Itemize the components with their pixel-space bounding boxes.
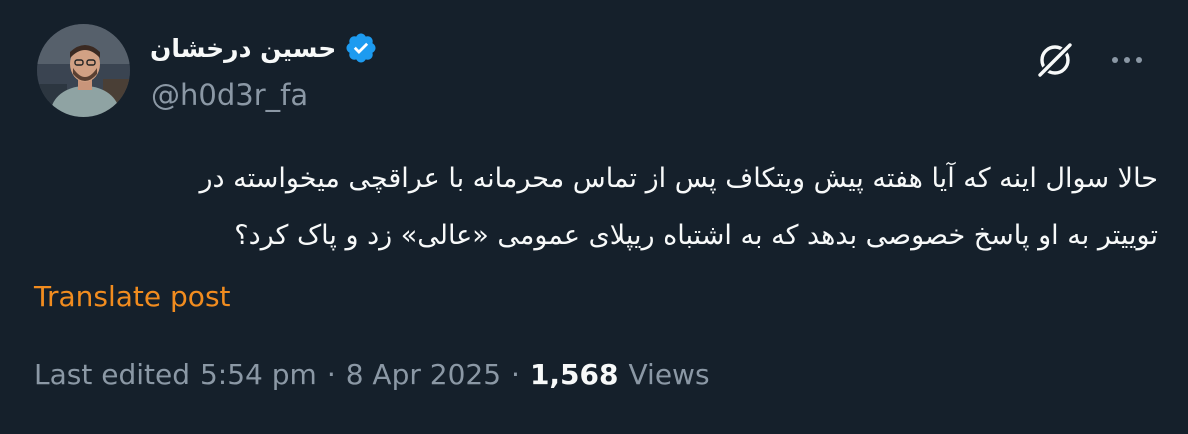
verified-badge-icon	[346, 33, 376, 63]
avatar[interactable]	[37, 24, 130, 117]
author-name-row[interactable]: حسین درخشان	[150, 30, 378, 66]
grok-icon	[1038, 43, 1072, 77]
meta-separator: ·	[326, 358, 336, 391]
post-date[interactable]: 8 Apr 2025	[346, 358, 501, 391]
post-time[interactable]: 5:54 pm	[200, 358, 317, 391]
avatar-image	[37, 24, 130, 117]
author-handle[interactable]: @h0d3r_fa	[151, 78, 308, 112]
views-count: 1,568	[529, 358, 619, 391]
tweet-card: حسین درخشان @h0d3r_fa حالا سوال اینه که …	[0, 0, 1188, 434]
more-icon	[1112, 57, 1142, 63]
views-label: Views	[628, 358, 710, 391]
post-text-line: توییتر به او پاسخ خصوصی بدهد که به اشتبا…	[234, 220, 1158, 251]
edited-label[interactable]: Last edited	[34, 358, 190, 391]
meta-separator: ·	[511, 358, 520, 391]
post-metadata: Last edited 5:54 pm · 8 Apr 2025 · 1,568…	[34, 358, 710, 391]
more-options-button[interactable]	[1105, 42, 1149, 78]
post-text-line: حالا سوال اینه که آیا هفته پیش ویتکاف پس…	[199, 163, 1158, 194]
author-display-name[interactable]: حسین درخشان	[150, 34, 336, 63]
grok-button[interactable]	[1033, 38, 1077, 82]
translate-post-link[interactable]: Translate post	[34, 280, 231, 313]
post-text: حالا سوال اینه که آیا هفته پیش ویتکاف پس…	[30, 150, 1158, 264]
